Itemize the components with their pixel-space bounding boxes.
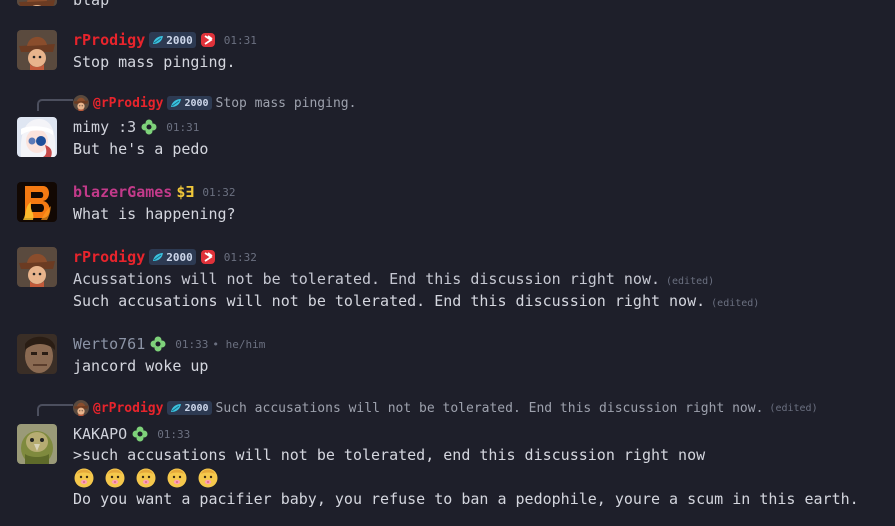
moderator-badge-icon bbox=[199, 249, 216, 265]
clan-tag: 2000 bbox=[167, 401, 212, 415]
baby-emoji-icon bbox=[167, 468, 187, 488]
baby-emoji-icon bbox=[198, 468, 218, 488]
timestamp: 01:32 bbox=[202, 185, 236, 199]
avatar[interactable] bbox=[17, 247, 57, 287]
avatar[interactable] bbox=[17, 182, 57, 222]
message-text: blap bbox=[73, 0, 110, 9]
clan-tag[interactable]: 2000 bbox=[149, 32, 196, 48]
flower-badge-icon bbox=[141, 119, 157, 135]
avatar[interactable] bbox=[17, 334, 57, 374]
reply-author[interactable]: @rProdigy bbox=[93, 401, 163, 416]
leaf-icon bbox=[170, 403, 182, 413]
timestamp: 01:31 bbox=[166, 120, 200, 134]
timestamp: 01:33 bbox=[157, 427, 191, 441]
reply-avatar bbox=[73, 95, 89, 111]
avatar[interactable] bbox=[17, 424, 57, 464]
avatar[interactable] bbox=[17, 30, 57, 70]
timestamp: 01:32 bbox=[223, 250, 257, 264]
message-text: Stop mass pinging. bbox=[73, 53, 236, 71]
username[interactable]: rProdigy bbox=[73, 248, 145, 266]
flower-badge-icon bbox=[150, 336, 166, 352]
message-text: Acussations will not be tolerated. End t… bbox=[73, 270, 660, 288]
username[interactable]: rProdigy bbox=[73, 31, 145, 49]
clan-tag-label: 2000 bbox=[184, 402, 209, 414]
edited-label: (edited) bbox=[769, 402, 818, 414]
leaf-icon bbox=[152, 35, 164, 45]
message-text: Do you want a pacifier baby, you refuse … bbox=[73, 490, 859, 508]
reply-author[interactable]: @rProdigy bbox=[93, 96, 163, 111]
reply-avatar bbox=[73, 400, 89, 416]
timestamp: 01:33 bbox=[175, 337, 209, 351]
baby-emoji-icon bbox=[136, 468, 156, 488]
reply-preview[interactable]: @rProdigy 2000 Stop mass pinging. bbox=[73, 95, 356, 111]
edited-label: (edited) bbox=[666, 276, 715, 287]
message-text-edited: Such accusations will not be tolerated. … bbox=[73, 291, 759, 314]
timestamp: 01:31 bbox=[223, 33, 257, 47]
emoji-row bbox=[73, 466, 219, 488]
flower-badge-icon bbox=[132, 426, 148, 442]
reply-text: Stop mass pinging. bbox=[215, 95, 357, 111]
edited-label: (edited) bbox=[711, 298, 760, 309]
avatar[interactable] bbox=[17, 117, 57, 157]
clan-tag: $∃ bbox=[176, 183, 195, 201]
leaf-icon bbox=[170, 98, 182, 108]
username[interactable]: blazerGames bbox=[73, 183, 172, 201]
moderator-badge-icon bbox=[199, 32, 216, 48]
pronouns: • he/him bbox=[212, 337, 266, 351]
clan-tag-label: 2000 bbox=[184, 97, 209, 109]
reply-preview[interactable]: @rProdigy 2000 Such accusations will not… bbox=[73, 400, 818, 416]
message-text: >such accusations will not be tolerated,… bbox=[73, 446, 706, 464]
reply-spine bbox=[37, 99, 73, 111]
clan-tag[interactable]: 2000 bbox=[149, 249, 196, 265]
message-text: jancord woke up bbox=[73, 357, 209, 375]
username[interactable]: Werto761 bbox=[73, 335, 145, 353]
clan-tag-label: 2000 bbox=[166, 250, 193, 264]
message-text: But he's a pedo bbox=[73, 140, 209, 158]
avatar[interactable] bbox=[17, 0, 57, 6]
username[interactable]: KAKAPO bbox=[73, 425, 127, 443]
leaf-icon bbox=[152, 252, 164, 262]
message-text: Such accusations will not be tolerated. … bbox=[73, 292, 706, 310]
reply-text: Such accusations will not be tolerated. … bbox=[215, 400, 764, 416]
clan-tag: 2000 bbox=[167, 96, 212, 110]
baby-emoji-icon bbox=[74, 468, 94, 488]
reply-spine bbox=[37, 404, 73, 416]
baby-emoji-icon bbox=[105, 468, 125, 488]
message-text-original: Acussations will not be tolerated. End t… bbox=[73, 269, 714, 292]
message-text: What is happening? bbox=[73, 205, 236, 223]
clan-tag-label: 2000 bbox=[166, 33, 193, 47]
username[interactable]: mimy :3 bbox=[73, 118, 136, 136]
